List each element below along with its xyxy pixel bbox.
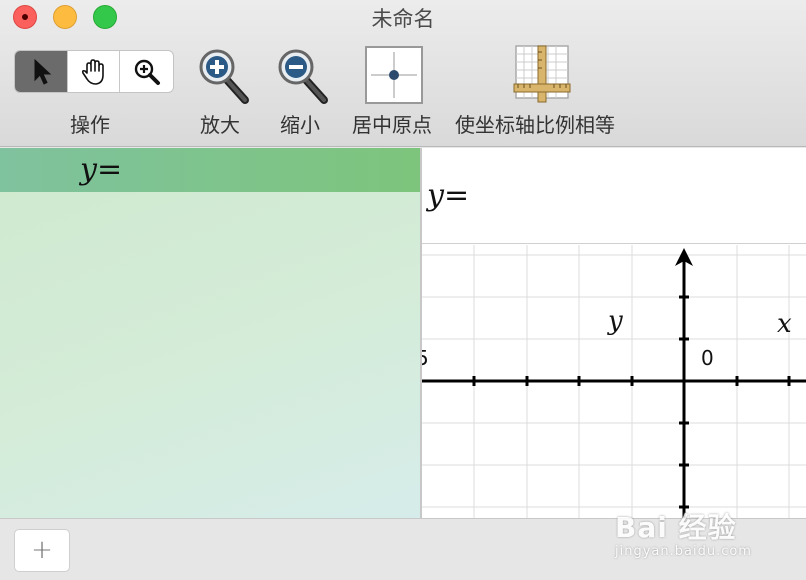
magnifier-plus-icon — [134, 59, 160, 85]
baidu-watermark: Bai 经验 jingyan.baidu.com — [615, 506, 765, 559]
equation-input[interactable]: y= — [427, 178, 469, 213]
y-axis-label: y — [607, 306, 623, 336]
zoom-in-label: 放大 — [200, 113, 240, 137]
hand-icon — [81, 58, 104, 85]
center-origin-icon — [365, 46, 423, 104]
algebra-equation: y= — [80, 152, 122, 187]
window-chrome: 未命名 操作 放大 缩小 居中原点 使坐标轴比例相等 — [0, 0, 806, 147]
input-equals: = — [443, 178, 470, 213]
pointer-tool-button[interactable] — [15, 51, 68, 92]
algebra-header-row[interactable]: y= — [0, 148, 420, 192]
center-origin-button[interactable] — [365, 46, 423, 108]
graph-canvas[interactable]: y x 0 5 — [422, 245, 806, 518]
ruler-grid-icon — [513, 45, 571, 103]
x-axis-label: x — [777, 309, 792, 339]
equation-input-bar[interactable]: y= — [422, 148, 806, 244]
zoom-out-button[interactable] — [276, 48, 332, 110]
graph-pane: y= y x 0 5 — [422, 148, 806, 518]
arrow-pointer-icon — [34, 58, 52, 85]
algebra-variable: y — [80, 152, 97, 187]
add-equation-button[interactable]: + — [14, 529, 70, 572]
algebra-pane: y= — [0, 148, 420, 518]
hand-tool-button[interactable] — [68, 51, 121, 92]
equal-axes-label: 使坐标轴比例相等 — [455, 113, 615, 137]
zoom-in-icon — [199, 49, 249, 104]
operation-segmented-control — [14, 50, 174, 93]
operate-label: 操作 — [70, 113, 110, 137]
watermark-main-text: Bai 经验 — [615, 511, 737, 544]
left-tick-label: 5 — [422, 346, 429, 370]
watermark-sub-text: jingyan.baidu.com — [615, 544, 752, 559]
algebra-equals: = — [96, 152, 123, 187]
input-variable: y — [427, 178, 444, 213]
window-title: 未命名 — [371, 7, 435, 31]
center-origin-label: 居中原点 — [352, 113, 432, 137]
zoom-out-icon — [278, 49, 328, 104]
zoom-tool-button[interactable] — [120, 51, 173, 92]
equal-axes-button[interactable] — [512, 44, 572, 108]
zoom-in-button[interactable] — [197, 48, 253, 110]
zoom-out-label: 缩小 — [280, 113, 320, 137]
origin-label: 0 — [701, 346, 714, 370]
